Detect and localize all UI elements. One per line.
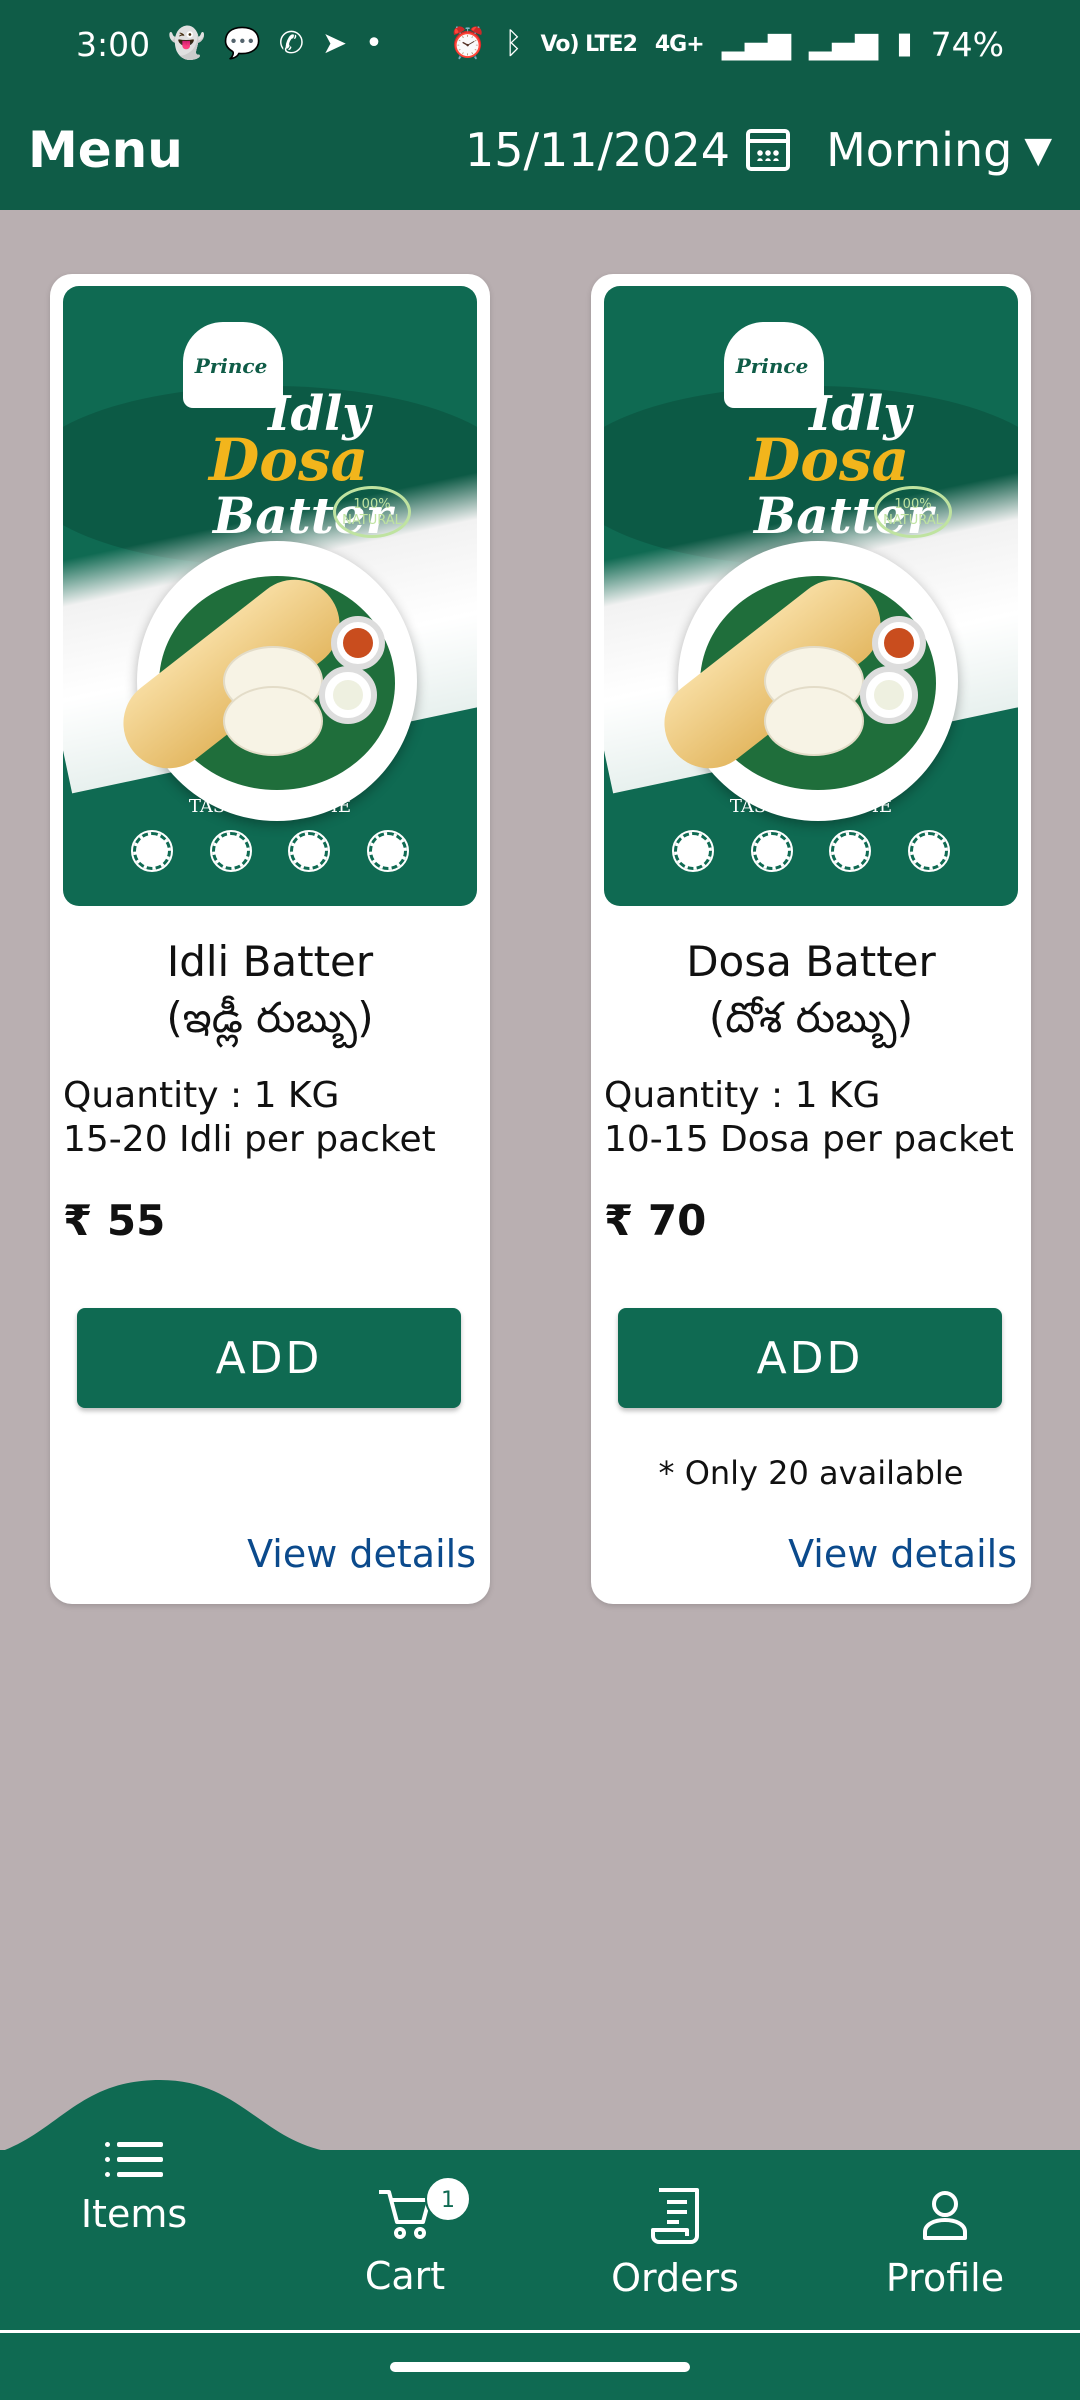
battery-icon: ▮ — [896, 26, 913, 61]
shift-dropdown[interactable]: Morning ▼ — [826, 123, 1052, 177]
no-preservatives-icon — [750, 830, 793, 872]
purified-water-icon — [829, 830, 872, 872]
list-icon — [105, 2140, 163, 2180]
top-bar: 3:00 👻 💬 ✆ ➤ • ⏰ ᛒ Vo) LTE2 4G+ ▂▄▆ ▂▄▆ … — [0, 0, 1080, 210]
nav-items-tab[interactable]: Items — [34, 2140, 234, 2236]
date-picker[interactable]: 15/11/2024 — [464, 123, 791, 177]
brand-name: Prince — [735, 354, 809, 378]
receipt-icon — [651, 2188, 699, 2244]
brand-name: Prince — [194, 354, 268, 378]
dot-icon: • — [365, 26, 383, 61]
product-price: ₹ 55 — [63, 1196, 166, 1245]
store-below-icon — [907, 830, 950, 872]
pieces-per-packet: 15-20 Idli per packet — [63, 1119, 436, 1160]
product-card-idli: Prince Idly Dosa Batter 100% NATURAL TAS… — [50, 274, 490, 1604]
dropdown-arrow-icon: ▼ — [1024, 129, 1052, 171]
product-image[interactable]: Prince Idly Dosa Batter 100% NATURAL TAS… — [604, 286, 1018, 906]
snapchat-icon: 👻 — [168, 26, 206, 61]
status-time: 3:00 — [76, 24, 151, 64]
view-details-link[interactable]: View details — [788, 1532, 1017, 1576]
signal-icon-1: ▂▄▆ — [721, 26, 791, 61]
purified-water-icon — [288, 830, 331, 872]
telegram-icon: ➤ — [321, 26, 348, 61]
no-soda-icon — [672, 830, 714, 872]
add-button[interactable]: ADD — [77, 1308, 461, 1408]
bluetooth-icon: ᛒ — [504, 26, 523, 61]
page-title: Menu — [28, 121, 183, 179]
chutney-cup — [319, 666, 377, 724]
battery-level: 74% — [930, 24, 1004, 64]
product-image[interactable]: Prince Idly Dosa Batter 100% NATURAL TAS… — [63, 286, 477, 906]
product-description: Quantity : 1 KG 10-15 Dosa per packet — [604, 1074, 1023, 1162]
product-name: Idli Batter (ఇడ్లీ రుబ్బు) — [50, 934, 490, 1046]
no-preservatives-icon — [209, 830, 252, 872]
pieces-per-packet: 10-15 Dosa per packet — [604, 1119, 1014, 1160]
product-name-telugu: (ఇడ్లీ రుబ్బు) — [166, 993, 374, 1042]
product-description: Quantity : 1 KG 15-20 Idli per packet — [63, 1074, 482, 1162]
home-indicator[interactable] — [390, 2362, 690, 2372]
chutney-cup — [331, 616, 385, 670]
product-name: Dosa Batter (దోశ రుబ్బు) — [591, 934, 1031, 1046]
whatsapp-icon: ✆ — [278, 26, 304, 61]
store-below-icon — [366, 830, 409, 872]
cart-count-badge: 1 — [425, 2176, 471, 2222]
selected-date: 15/11/2024 — [464, 123, 731, 177]
quantity: Quantity : 1 KG — [604, 1075, 881, 1116]
nav-items-label: Items — [80, 2192, 188, 2236]
availability-note: * Only 20 available — [658, 1454, 964, 1492]
product-name-telugu: (దోశ రుబ్బు) — [708, 993, 914, 1042]
chat-icon: 💬 — [223, 26, 261, 61]
product-price: ₹ 70 — [604, 1196, 707, 1245]
shift-value: Morning — [826, 123, 1013, 177]
nav-cart-label: Cart — [364, 2254, 446, 2298]
alarm-icon: ⏰ — [449, 26, 487, 61]
nav-profile-label: Profile — [885, 2256, 1005, 2300]
nav-orders-tab[interactable]: Orders — [575, 2186, 775, 2300]
network-type: 4G+ — [654, 31, 705, 57]
view-details-link[interactable]: View details — [247, 1532, 476, 1576]
tagline: TASTE OF HOME — [188, 796, 352, 817]
quantity: Quantity : 1 KG — [63, 1075, 340, 1116]
no-soda-icon — [131, 830, 173, 872]
natural-badge: 100% NATURAL — [333, 486, 411, 538]
chutney-cup — [860, 666, 918, 724]
nav-divider — [0, 2330, 1080, 2333]
person-icon — [923, 2191, 967, 2240]
calendar-icon[interactable] — [746, 129, 791, 171]
natural-badge: 100% NATURAL — [874, 486, 952, 538]
nav-orders-label: Orders — [611, 2256, 739, 2300]
app-bar: Menu 15/11/2024 Morning ▼ — [28, 110, 1052, 190]
tagline: TASTE OF HOME — [729, 796, 893, 817]
nav-cart-tab[interactable]: 1 Cart — [305, 2176, 505, 2298]
signal-icon-2: ▂▄▆ — [808, 26, 879, 61]
chutney-cup — [872, 616, 926, 670]
status-bar: 3:00 👻 💬 ✆ ➤ • ⏰ ᛒ Vo) LTE2 4G+ ▂▄▆ ▂▄▆ … — [76, 20, 1004, 68]
volte-indicator: Vo) LTE2 — [540, 31, 638, 57]
add-button[interactable]: ADD — [618, 1308, 1002, 1408]
nav-profile-tab[interactable]: Profile — [845, 2186, 1045, 2300]
product-card-dosa: Prince Idly Dosa Batter 100% NATURAL TAS… — [591, 274, 1031, 1604]
